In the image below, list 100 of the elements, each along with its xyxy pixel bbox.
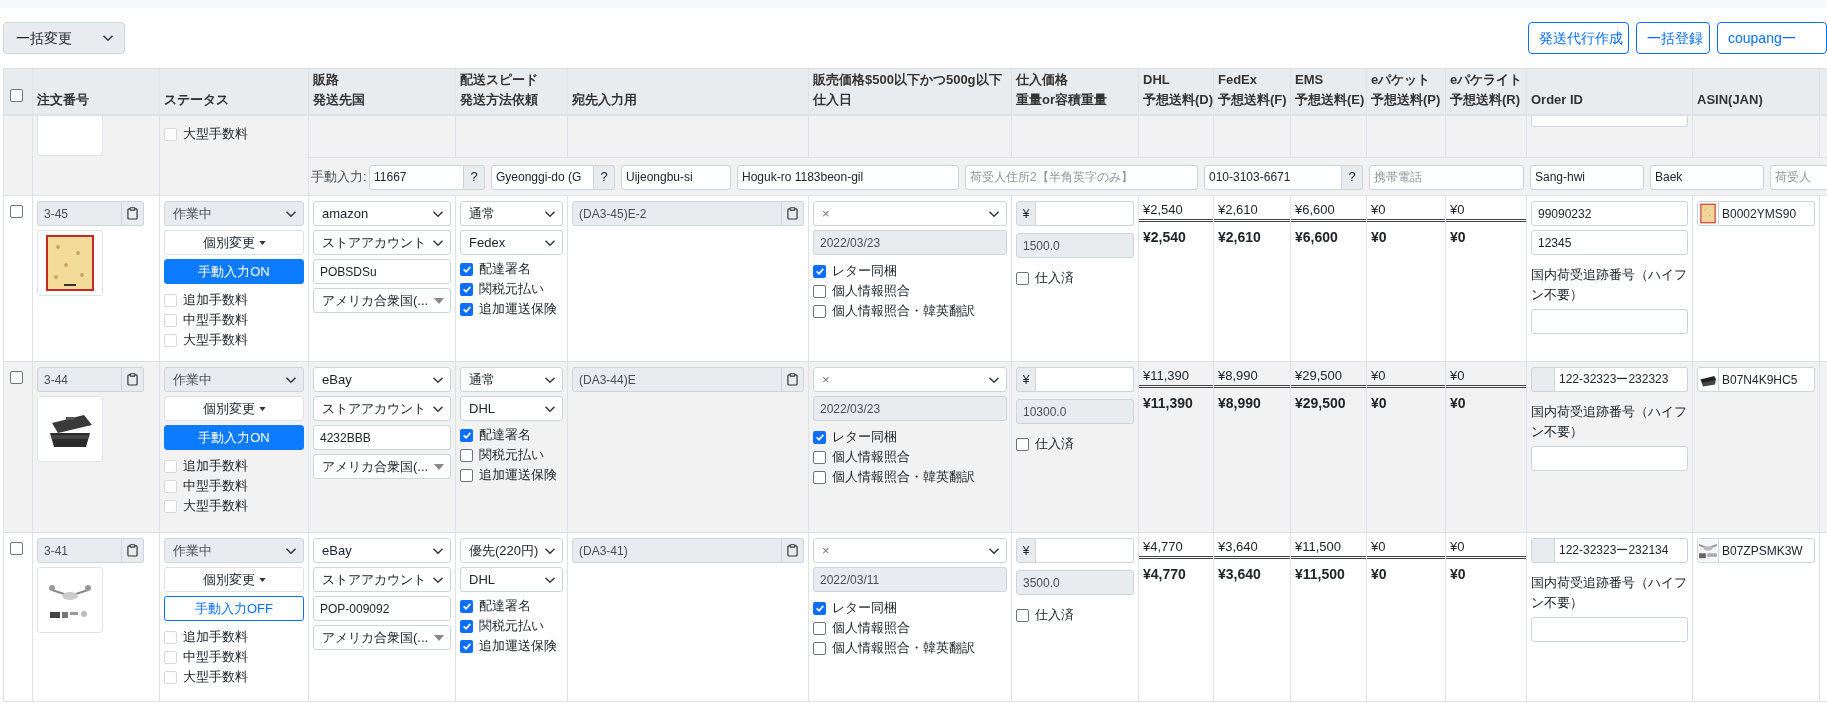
input-field[interactable]: 携帯電話: [1369, 164, 1524, 190]
toggle-button[interactable]: 手動入力ON: [164, 259, 304, 284]
copy-button[interactable]: [122, 201, 144, 226]
input-field[interactable]: Sang-hwi: [1530, 164, 1644, 190]
checkbox[interactable]: [813, 284, 826, 298]
checkbox[interactable]: [813, 641, 826, 655]
select-field[interactable]: 優先(220円): [460, 538, 563, 563]
select-field[interactable]: ストアアカウント: [313, 230, 451, 255]
checkbox[interactable]: [460, 619, 473, 633]
checkbox[interactable]: [1016, 271, 1029, 285]
select-field[interactable]: ×: [813, 201, 1007, 226]
select-field[interactable]: DHL: [460, 567, 563, 592]
input-field[interactable]: Gyeonggi-do (G: [491, 164, 594, 190]
toolbar-button[interactable]: 発送代行作成: [1528, 22, 1629, 54]
checkbox[interactable]: [1016, 608, 1029, 622]
input-field[interactable]: 4232BBB: [313, 425, 451, 450]
checkbox[interactable]: [813, 304, 826, 318]
checkbox[interactable]: [813, 621, 826, 635]
copy-button[interactable]: [782, 201, 804, 226]
input-field[interactable]: B07ZPSMK3W: [1719, 538, 1815, 563]
select-field[interactable]: 通常: [460, 201, 563, 226]
select-field[interactable]: ×: [813, 367, 1007, 392]
input-field[interactable]: B0002YMS90: [1719, 201, 1815, 226]
checkbox[interactable]: [813, 264, 826, 278]
input-field[interactable]: (DA3-41): [572, 538, 782, 563]
input-field[interactable]: 99090232: [1531, 201, 1688, 226]
select-field[interactable]: eBay: [313, 538, 451, 563]
select-field[interactable]: amazon: [313, 201, 451, 226]
input-field[interactable]: [1531, 446, 1688, 471]
input-field[interactable]: 荷受人: [1770, 164, 1827, 190]
copy-button[interactable]: [782, 538, 804, 563]
checkbox[interactable]: [460, 448, 473, 462]
help-button[interactable]: ?: [594, 164, 615, 190]
input-field[interactable]: 2022/03/23: [813, 230, 1007, 255]
input-field[interactable]: 1500.0: [1016, 233, 1134, 258]
input-field[interactable]: 3-44: [37, 367, 122, 392]
dropdown-button[interactable]: 個別変更: [164, 396, 304, 421]
input-field[interactable]: B07N4K9HC5: [1719, 367, 1815, 392]
input-field[interactable]: Baek: [1650, 164, 1764, 190]
select-field[interactable]: ストアアカウント: [313, 396, 451, 421]
checkbox[interactable]: [1016, 437, 1029, 451]
input-field[interactable]: Hoguk-ro 1183beon-gil: [737, 164, 959, 190]
select-field[interactable]: 作業中: [164, 538, 304, 563]
input-field[interactable]: [1531, 617, 1688, 642]
copy-button[interactable]: [122, 538, 144, 563]
input-field[interactable]: Uijeongbu-si: [621, 164, 731, 190]
input-field[interactable]: 3-45: [37, 201, 122, 226]
checkbox[interactable]: [460, 282, 473, 296]
toolbar-button[interactable]: 一括登録: [1636, 22, 1710, 54]
input-field[interactable]: 122-32323ー232323: [1555, 367, 1688, 392]
select-field[interactable]: アメリカ合衆国(...: [313, 625, 451, 650]
checkbox[interactable]: [460, 262, 473, 276]
input-field[interactable]: 3-41: [37, 538, 122, 563]
help-button[interactable]: ?: [464, 164, 485, 190]
checkbox[interactable]: [10, 541, 23, 555]
checkbox[interactable]: [460, 639, 473, 653]
input-field[interactable]: POP-009092: [313, 596, 451, 621]
input-field[interactable]: [1531, 116, 1688, 127]
select-field[interactable]: 作業中: [164, 367, 304, 392]
input-field[interactable]: 010-3103-6671: [1204, 164, 1342, 190]
input-field[interactable]: 2022/03/23: [813, 396, 1007, 421]
input-field[interactable]: 2022/03/11: [813, 567, 1007, 592]
copy-button[interactable]: [782, 367, 804, 392]
input-field[interactable]: 3500.0: [1016, 570, 1134, 595]
select-field[interactable]: ×: [813, 538, 1007, 563]
checkbox[interactable]: [813, 470, 826, 484]
input-field[interactable]: [1531, 309, 1688, 334]
help-button[interactable]: ?: [1342, 164, 1363, 190]
checkbox[interactable]: [460, 599, 473, 613]
toggle-button[interactable]: 手動入力OFF: [164, 596, 304, 621]
input-field[interactable]: POBSDSu: [313, 259, 451, 284]
input-field[interactable]: 10300.0: [1016, 399, 1134, 424]
checkbox[interactable]: [813, 450, 826, 464]
input-field[interactable]: [1036, 538, 1134, 563]
checkbox[interactable]: [10, 204, 23, 218]
input-field[interactable]: (DA3-45)E-2: [572, 201, 782, 226]
checkbox[interactable]: [10, 88, 23, 102]
select-field[interactable]: 作業中: [164, 201, 304, 226]
input-field[interactable]: 11667: [369, 164, 464, 190]
select-field[interactable]: 通常: [460, 367, 563, 392]
select-field[interactable]: Fedex: [460, 230, 563, 255]
input-field[interactable]: [1036, 367, 1134, 392]
copy-button[interactable]: [122, 367, 144, 392]
input-field[interactable]: 12345: [1531, 230, 1688, 255]
toggle-button[interactable]: 手動入力ON: [164, 425, 304, 450]
input-field[interactable]: [1036, 201, 1134, 226]
checkbox[interactable]: [460, 428, 473, 442]
input-field[interactable]: (DA3-44)E: [572, 367, 782, 392]
dropdown-button[interactable]: 個別変更: [164, 230, 304, 255]
checkbox[interactable]: [10, 370, 23, 384]
select-field[interactable]: ストアアカウント: [313, 567, 451, 592]
select-field[interactable]: DHL: [460, 396, 563, 421]
select-field[interactable]: eBay: [313, 367, 451, 392]
checkbox[interactable]: [813, 601, 826, 615]
select-field[interactable]: 一括変更: [3, 22, 125, 54]
dropdown-button[interactable]: 個別変更: [164, 567, 304, 592]
checkbox[interactable]: [460, 468, 473, 482]
toolbar-button[interactable]: coupang一: [1717, 22, 1827, 54]
select-field[interactable]: アメリカ合衆国(...: [313, 454, 451, 479]
input-field[interactable]: 122-32323ー232134: [1555, 538, 1688, 563]
